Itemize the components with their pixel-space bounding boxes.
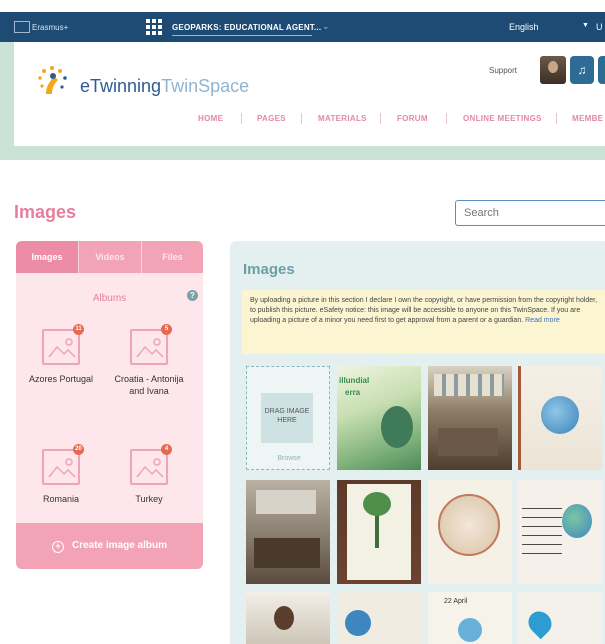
top-bar: Erasmus+ GEOPARKS: EDUCATIONAL AGENT... … [0, 12, 605, 42]
search-input[interactable] [455, 200, 605, 226]
nav-divider [446, 113, 447, 124]
copyright-notice: By uploading a picture in this section I… [242, 290, 605, 354]
image-thumbnail[interactable] [428, 480, 512, 584]
etwinning-logo-text[interactable]: eTwinningTwinSpace [80, 76, 249, 97]
image-thumbnail[interactable] [246, 592, 330, 644]
album-croatia[interactable]: 5 Croatia - Antonija and Ivana [104, 324, 194, 397]
support-link[interactable]: Support [489, 66, 517, 75]
logo-secondary: TwinSpace [161, 76, 250, 96]
page-title: Images [14, 202, 77, 222]
tab-videos[interactable]: Videos [79, 241, 141, 273]
image-thumbnail[interactable] [337, 592, 421, 644]
images-heading: Images [243, 261, 295, 278]
thumb-caption: erra [345, 388, 361, 397]
album-thumbnail[interactable]: 20 [42, 444, 84, 485]
plus-icon: + [51, 541, 64, 553]
apps-grid-icon[interactable] [146, 19, 162, 35]
globe-drawing [438, 494, 500, 556]
tree-crown [363, 492, 391, 516]
image-thumbnail[interactable] [518, 480, 602, 584]
image-thumbnail[interactable] [337, 480, 421, 584]
user-avatar[interactable] [540, 56, 566, 84]
read-more-link[interactable]: Read more [525, 317, 560, 324]
album-count-badge: 4 [161, 444, 172, 455]
heart-drawing [523, 606, 557, 640]
twinspace-app: Erasmus+ GEOPARKS: EDUCATIONAL AGENT... … [0, 0, 605, 644]
albums-heading: Albums [92, 293, 127, 304]
album-count-badge: 20 [73, 444, 84, 455]
caret-down-icon[interactable]: ▼ [582, 22, 589, 29]
image-thumbnail[interactable] [428, 366, 512, 470]
album-turkey[interactable]: 4 Turkey [104, 444, 194, 505]
tab-images[interactable]: Images [16, 241, 78, 273]
nav-materials[interactable]: MATERIALS [318, 114, 367, 123]
earth-drawing [345, 610, 371, 636]
eu-flag-icon[interactable] [14, 21, 30, 33]
create-album-button[interactable]: + Create image album [16, 523, 203, 569]
album-name[interactable]: Romania [16, 493, 106, 505]
album-thumbnail[interactable]: 5 [130, 324, 172, 365]
nav-forum[interactable]: FORUM [397, 114, 428, 123]
help-icon[interactable]: ? [187, 290, 198, 301]
album-name[interactable]: Azores Portugal [16, 373, 106, 385]
earth-drawing [458, 618, 482, 642]
image-thumbnail[interactable] [518, 592, 602, 644]
tab-files[interactable]: Files [142, 241, 203, 273]
nav-members[interactable]: MEMBE [572, 114, 603, 123]
create-album-label: Create image album [71, 540, 168, 551]
media-sidebar: Images Videos Files Albums ? 11 Azores P… [16, 241, 203, 569]
thumb-caption: illundial [339, 376, 370, 385]
earth-drawing [562, 504, 592, 538]
image-thumbnail[interactable]: 22 April [428, 592, 512, 644]
album-azores-portugal[interactable]: 11 Azores Portugal [16, 324, 106, 385]
image-thumbnail[interactable]: illundial erra [337, 366, 421, 470]
image-placeholder-icon [136, 458, 164, 478]
user-menu[interactable]: U [596, 22, 603, 32]
more-button[interactable] [598, 56, 605, 84]
nav-online-meetings[interactable]: ONLINE MEETINGS [463, 114, 542, 123]
image-placeholder-icon [136, 338, 164, 358]
dropzone-target[interactable]: DRAG IMAGE HERE [261, 393, 313, 443]
nav-divider [241, 113, 242, 124]
album-name[interactable]: Croatia - Antonija and Ivana [104, 373, 194, 397]
dropzone-label: DRAG IMAGE HERE [264, 408, 310, 424]
album-name[interactable]: Turkey [104, 493, 194, 505]
hand-globe-shape [381, 406, 413, 448]
album-thumbnail[interactable]: 4 [130, 444, 172, 485]
classroom-wall [434, 374, 504, 396]
album-count-badge: 5 [161, 324, 172, 335]
nav-divider [301, 113, 302, 124]
image-thumbnail[interactable] [518, 366, 602, 470]
earth-drawing [541, 396, 579, 434]
album-thumbnail[interactable]: 11 [42, 324, 84, 365]
image-dropzone[interactable]: DRAG IMAGE HERE Browse [246, 366, 330, 470]
classroom-desks [254, 538, 320, 568]
project-underline [172, 35, 312, 36]
erasmus-label[interactable]: Erasmus+ [32, 23, 68, 32]
image-placeholder-icon [48, 338, 76, 358]
browse-link[interactable]: Browse [247, 455, 331, 462]
album-romania[interactable]: 20 Romania [16, 444, 106, 505]
student-photo [274, 606, 294, 630]
project-selector[interactable]: GEOPARKS: EDUCATIONAL AGENT... [172, 23, 321, 32]
language-selector[interactable]: English [509, 22, 539, 32]
album-count-badge: 11 [73, 324, 84, 335]
classroom-board [256, 490, 316, 514]
nav-divider [380, 113, 381, 124]
nav-pages[interactable]: PAGES [257, 114, 286, 123]
nav-home[interactable]: HOME [198, 114, 223, 123]
handwritten-text [522, 500, 562, 560]
image-placeholder-icon [48, 458, 76, 478]
media-tabs: Images Videos Files [16, 241, 203, 273]
classroom-desks [438, 428, 498, 456]
logo-primary: eTwinning [80, 76, 162, 96]
chevron-down-icon[interactable]: ⌄ [322, 21, 330, 32]
notifications-bell-icon[interactable]: ♫ [570, 56, 594, 84]
thumb-caption: 22 April [444, 598, 468, 605]
nav-divider [556, 113, 557, 124]
etwinning-logo-icon[interactable] [32, 60, 72, 100]
image-thumbnail[interactable] [246, 480, 330, 584]
